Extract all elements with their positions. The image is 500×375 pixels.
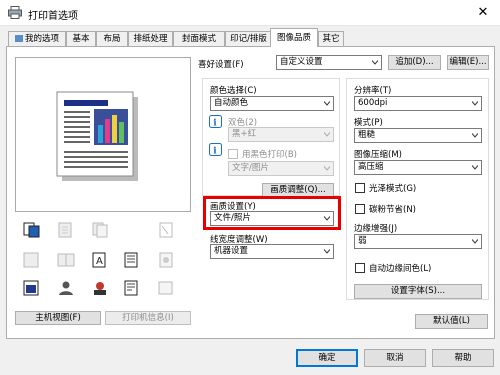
glossy-label: 光泽模式(G): [369, 184, 417, 194]
font-settings-button[interactable]: 设置字体(S)...: [354, 284, 482, 299]
printer-info-button[interactable]: 打印机信息(I): [105, 311, 191, 325]
color-select-label: 颜色选择(C): [210, 86, 257, 96]
window-title: 打印首选项: [28, 11, 78, 22]
chevron-down-icon: [324, 249, 330, 254]
toner-save-label: 碳粉节省(N): [369, 205, 416, 215]
toner-save-checkbox[interactable]: [355, 204, 365, 214]
tab-other[interactable]: 其它: [318, 31, 344, 46]
overlay-icon: [124, 252, 138, 268]
edge-enhance-select[interactable]: 弱: [354, 234, 482, 249]
chevron-down-icon: [472, 133, 478, 138]
edit-favorite-button[interactable]: 编辑(E)...: [447, 55, 489, 70]
preview-pane: [15, 57, 191, 212]
tab-cover-mode[interactable]: 封面模式: [173, 31, 225, 46]
cancel-button[interactable]: 取消: [364, 349, 426, 367]
tab-image-quality[interactable]: 图像品质: [270, 28, 318, 47]
add-favorite-button[interactable]: 追加(D)...: [388, 55, 441, 70]
line-width-value: 机器设置: [214, 246, 249, 256]
auto-trap-label: 自动边缘间色(L): [369, 264, 432, 274]
auto-trap-checkbox[interactable]: [355, 263, 365, 273]
collate-icon: [23, 222, 40, 238]
glossy-checkbox[interactable]: [355, 183, 365, 193]
edge-enhance-value: 弱: [358, 236, 367, 246]
user-icon: [14, 35, 23, 42]
dual-color-value: 黑+红: [232, 129, 257, 139]
main-view-button[interactable]: 主机视图(F): [15, 311, 101, 325]
tab-finishing[interactable]: 排纸处理: [128, 31, 173, 46]
info-icon: i: [209, 115, 222, 128]
black-print-value: 文字/图片: [232, 163, 269, 173]
chevron-down-icon: [324, 166, 330, 171]
ok-button[interactable]: 确定: [296, 349, 358, 367]
dual-color-select[interactable]: 黑+红: [228, 127, 334, 142]
chevron-down-icon: [472, 101, 478, 106]
chevron-down-icon: [472, 239, 478, 244]
save-box-icon: [158, 281, 173, 295]
chevron-down-icon: [372, 60, 378, 65]
tab-stamp[interactable]: 印记/排版: [225, 31, 272, 46]
chevron-down-icon: [324, 101, 330, 106]
page-preview-icon: [56, 91, 138, 181]
duplex-icon: [23, 252, 39, 268]
svg-text:A: A: [96, 256, 103, 267]
image-compression-value: 高压缩: [358, 162, 384, 172]
booklet-icon: [57, 253, 75, 267]
favorite-value: 自定义设置: [280, 57, 323, 67]
line-width-select[interactable]: 机器设置: [210, 244, 334, 259]
black-print-checkbox[interactable]: [228, 149, 238, 159]
copies-icon: [92, 222, 108, 238]
image-compression-label: 图像压缩(M): [354, 150, 402, 160]
title-bar: 打印首选项 ✕: [0, 0, 500, 26]
pattern-select[interactable]: 粗糙: [354, 128, 482, 143]
color-value: 自动颜色: [214, 98, 249, 108]
account-track-icon: [94, 282, 106, 295]
default-button[interactable]: 默认值(L): [415, 314, 488, 329]
edge-enhance-label: 边缘增强(J): [354, 224, 398, 234]
function-icon-grid: A: [15, 218, 191, 306]
stamp-icon: [159, 252, 173, 268]
printer-icon: [8, 6, 22, 19]
chevron-down-icon: [324, 132, 330, 137]
tab-layout[interactable]: 布局: [96, 31, 128, 46]
color-page-icon: [23, 280, 39, 296]
user-auth-icon: [59, 281, 73, 295]
close-icon[interactable]: ✕: [470, 2, 496, 24]
favorite-label: 喜好设置(F): [198, 60, 244, 70]
quality-setting-select[interactable]: 文件/照片: [210, 211, 334, 226]
black-print-label: 用黑色打印(B): [242, 150, 297, 160]
tab-basic[interactable]: 基本: [66, 31, 96, 46]
svg-text:i: i: [213, 119, 217, 129]
quality-setting-value: 文件/照片: [214, 213, 251, 223]
watermark-icon: A: [92, 252, 106, 268]
help-button[interactable]: 帮助: [432, 349, 494, 367]
black-print-select[interactable]: 文字/图片: [228, 161, 334, 176]
info-icon: i: [209, 143, 222, 156]
resolution-value: 600dpi: [358, 98, 388, 108]
favorite-select[interactable]: 自定义设置: [276, 55, 382, 70]
svg-text:i: i: [213, 147, 217, 157]
secure-print-icon: [124, 280, 138, 296]
punch-icon: [159, 222, 173, 238]
image-compression-select[interactable]: 高压缩: [354, 160, 482, 175]
tab-my-options[interactable]: 我的选项: [8, 31, 66, 46]
staple-icon: [58, 222, 72, 238]
tab-label: 我的选项: [24, 34, 59, 44]
chevron-down-icon: [472, 165, 478, 170]
resolution-select[interactable]: 600dpi: [354, 96, 482, 111]
color-select[interactable]: 自动颜色: [210, 96, 334, 111]
chevron-down-icon: [324, 216, 330, 221]
pattern-value: 粗糙: [358, 130, 376, 140]
pattern-label: 模式(P): [354, 118, 383, 128]
resolution-label: 分辨率(T): [354, 86, 392, 96]
